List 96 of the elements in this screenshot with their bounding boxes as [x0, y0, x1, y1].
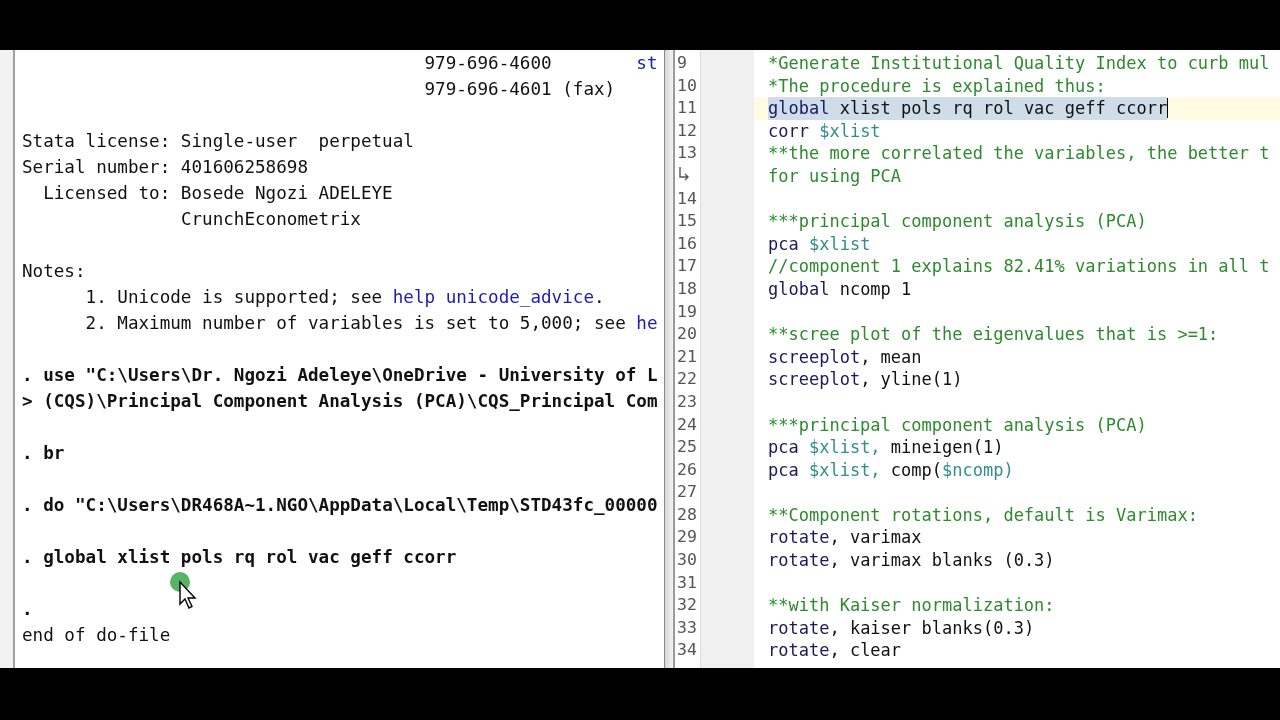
- output-text: .: [594, 287, 605, 307]
- command-prompt: .: [22, 365, 34, 385]
- command-prompt: .: [22, 495, 34, 515]
- command-prompt: .: [22, 443, 34, 463]
- code-token: , varimax blanks (0.3): [829, 549, 1055, 572]
- line-number: 28: [676, 503, 698, 526]
- command-text: (CQS)\Principal Component Analysis (PCA)\CQS_Principal Com: [43, 391, 658, 411]
- code-token: , varimax: [829, 526, 922, 550]
- line-number: 20: [676, 323, 698, 346]
- output-text: end of do-file: [22, 625, 171, 645]
- code-comment: *The procedure is explained thus:: [768, 74, 1106, 98]
- field-label: Serial number:: [22, 157, 171, 177]
- command-text: do "C:\Users\DR468A~1.NGO\AppData\Local\Temp\STD43fc_00000: [43, 495, 658, 515]
- code-token: , yline(1): [860, 368, 963, 391]
- code-comment: ***principal component analysis (PCA): [768, 210, 1147, 233]
- code-comment: **scree plot of the eigenvalues that is >=1:: [768, 323, 1219, 346]
- code-token: corr: [768, 119, 810, 143]
- line-number: 34: [676, 639, 698, 662]
- code-token: , kaiser blanks(0.3): [829, 616, 1035, 640]
- code-token: global: [768, 277, 831, 301]
- field-value: Single-user perpetual: [180, 131, 414, 151]
- line-number: 27: [676, 481, 698, 504]
- line-number: 14: [676, 187, 698, 210]
- code-token: $xlist: [808, 232, 871, 256]
- command-prompt: >: [22, 391, 34, 411]
- command-prompt: .: [22, 599, 34, 619]
- line-number: 32: [676, 594, 698, 617]
- line-number: 18: [676, 277, 698, 300]
- command-text: br: [43, 443, 65, 463]
- code-comment: **Component rotations, default is Varimax:: [768, 503, 1198, 527]
- contact-number: 979-696-4600: [424, 53, 552, 73]
- help-link[interactable]: he: [636, 313, 658, 333]
- line-number: 9: [676, 52, 688, 74]
- output-text: Unicode is supported; see: [117, 287, 384, 307]
- code-token: pca: [768, 232, 800, 256]
- line-number: 13: [676, 142, 698, 165]
- line-number: 25: [676, 436, 698, 459]
- line-number: 11: [676, 97, 698, 120]
- code-token: screeplot: [768, 368, 861, 391]
- code-token: $xlist,: [808, 436, 882, 459]
- code-token: rotate: [768, 549, 830, 572]
- code-token: pca: [768, 436, 800, 459]
- line-number: 16: [676, 232, 698, 255]
- code-comment: //component 1 explains 82.41% variations in all t: [768, 255, 1270, 278]
- code-comment: for using PCA: [768, 164, 902, 188]
- command-text: global xlist pols rq rol vac geff ccorr: [43, 547, 457, 567]
- text-caret: [1167, 98, 1169, 119]
- code-token: rotate: [768, 616, 830, 640]
- note-number: 1.: [85, 287, 108, 307]
- pane-splitter[interactable]: [665, 50, 675, 668]
- line-number: 12: [676, 119, 698, 142]
- code-comment: ***principal component analysis (PCA): [768, 413, 1147, 437]
- field-value: 401606258698: [180, 157, 308, 177]
- code-token: , clear: [829, 639, 902, 663]
- code-token: $ncomp): [942, 458, 1014, 482]
- line-number: 24: [676, 413, 698, 436]
- output-text: Maximum number of variables is set to 5,000; see: [117, 313, 627, 333]
- help-link[interactable]: st: [636, 53, 658, 73]
- line-number: 31: [676, 571, 698, 594]
- line-number: 15: [676, 210, 698, 233]
- code-comment: **the more correlated the variables, the better t: [768, 142, 1270, 165]
- field-label: Stata license:: [22, 131, 171, 151]
- line-number: 30: [676, 549, 698, 572]
- code-token: mineigen(1): [890, 436, 1004, 459]
- line-number: 22: [676, 368, 698, 391]
- code-token: pca: [768, 458, 800, 482]
- code-token: $xlist,: [808, 458, 882, 482]
- line-number: 17: [676, 255, 698, 278]
- line-number: 19: [676, 300, 698, 323]
- code-token: $xlist: [819, 119, 881, 143]
- code-token: , mean: [860, 345, 922, 369]
- code-token: xlist pols rq rol vac geff ccorr: [839, 97, 1168, 120]
- note-number: 2.: [85, 313, 108, 333]
- line-number: 10: [676, 74, 698, 97]
- line-number: 23: [676, 390, 698, 413]
- contact-number: 979-696-4601 (fax): [424, 79, 616, 99]
- command-prompt: .: [22, 547, 34, 567]
- line-number: 26: [676, 458, 698, 481]
- line-number: 21: [676, 345, 698, 368]
- field-label: Licensed to:: [42, 183, 171, 203]
- command-text: use "C:\Users\Dr. Ngozi Adeleye\OneDrive - University of L: [43, 365, 658, 385]
- code-token: rotate: [768, 639, 830, 663]
- field-value: CrunchEconometrix: [180, 209, 361, 229]
- code-comment: **with Kaiser normalization:: [768, 594, 1055, 617]
- field-value: Bosede Ngozi ADELEYE: [180, 183, 393, 203]
- code-token: rotate: [768, 526, 830, 550]
- code-token: global: [768, 97, 831, 120]
- output-text: Notes:: [22, 261, 86, 281]
- code-token: ncomp 1: [839, 277, 912, 301]
- help-link[interactable]: help unicode_advice: [392, 287, 594, 307]
- line-number: 33: [676, 616, 698, 639]
- code-token: screeplot: [768, 345, 861, 369]
- line-wrap-icon: [677, 164, 691, 181]
- code-token: comp(: [890, 458, 943, 482]
- code-comment: *Generate Institutional Quality Index to curb mul: [768, 52, 1270, 75]
- line-number: 29: [676, 526, 698, 549]
